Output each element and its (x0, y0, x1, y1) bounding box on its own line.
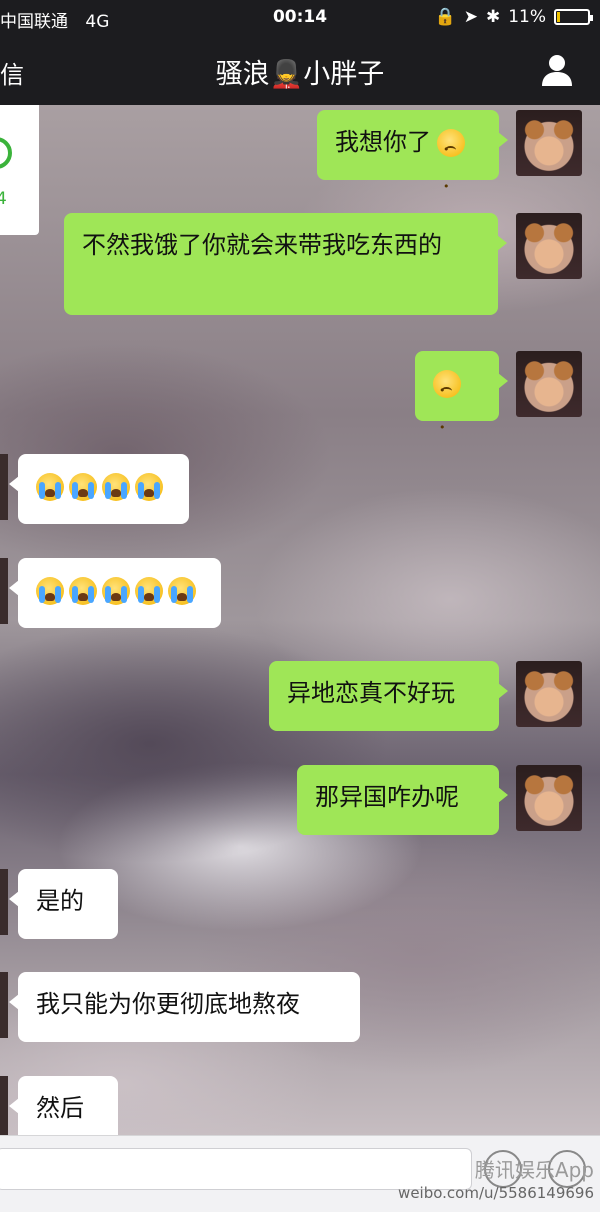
side-card-number: 4 (0, 189, 7, 209)
crying-face-icon (168, 577, 196, 605)
message-text: 我只能为你更彻底地熬夜 (36, 990, 300, 1018)
rotation-lock-icon: 🔒 (434, 7, 456, 27)
message-bubble-left[interactable]: 我只能为你更彻底地熬夜 (9, 972, 360, 1042)
watermark-url: weibo.com/u/5586149696 (398, 1184, 594, 1202)
crying-face-icon (135, 473, 163, 501)
sender-avatar[interactable] (516, 110, 582, 176)
nav-bar: 信 骚浪💂小胖子 (0, 36, 600, 105)
message-bubble-right[interactable] (415, 351, 508, 446)
contact-avatar[interactable] (0, 454, 8, 520)
message-text: 不然我饿了你就会来带我吃东西的 (82, 231, 442, 259)
crying-face-icon (36, 473, 64, 501)
sender-avatar[interactable] (516, 765, 582, 831)
left-edge-card[interactable]: 4 (0, 105, 39, 235)
contact-avatar[interactable] (0, 972, 8, 1038)
crying-face-icon (135, 577, 163, 605)
crying-face-icon (69, 577, 97, 605)
message-text: 异地恋真不好玩 (287, 679, 455, 707)
message-bubble-left[interactable] (9, 558, 221, 628)
crying-face-icon (36, 577, 64, 605)
message-text: 那异国咋办呢 (315, 783, 459, 811)
message-bubble-right[interactable]: 不然我饿了你就会来带我吃东西的 (64, 213, 507, 315)
contact-avatar[interactable] (0, 1076, 8, 1135)
contact-avatar[interactable] (0, 558, 8, 624)
crying-face-icon (102, 577, 130, 605)
contact-avatar[interactable] (0, 869, 8, 935)
sender-avatar[interactable] (516, 213, 582, 279)
message-bubble-left[interactable] (9, 454, 189, 524)
frowning-face-icon (437, 129, 465, 205)
watermark-app: 腾讯娱乐App (474, 1158, 594, 1182)
chat-title: 骚浪💂小胖子 (215, 59, 385, 90)
crying-face-icon (102, 473, 130, 501)
location-icon: ➤ (463, 7, 478, 27)
message-bubble-left[interactable]: 是的 (9, 869, 118, 939)
message-bubble-right[interactable]: 异地恋真不好玩 (269, 661, 508, 731)
battery-fill (557, 12, 560, 22)
sender-avatar[interactable] (516, 661, 582, 727)
message-text: 是的 (36, 887, 84, 915)
contact-profile-icon[interactable] (540, 53, 574, 87)
message-text: 然后 (36, 1094, 84, 1122)
bluetooth-icon: ✱ (485, 7, 501, 27)
sender-avatar[interactable] (516, 351, 582, 417)
message-bubble-right[interactable]: 我想你了 (317, 110, 508, 205)
battery-icon (554, 9, 593, 25)
message-bubble-right[interactable]: 那异国咋办呢 (297, 765, 508, 835)
battery-percent: 11% (508, 7, 546, 27)
status-bar: 中国联通 4G 00:14 🔒 ➤ ✱ 11% (0, 0, 600, 36)
progress-ring-icon (0, 137, 12, 169)
input-bar: 腾讯娱乐App weibo.com/u/5586149696 (0, 1135, 600, 1212)
message-text: 我想你了 (335, 128, 431, 156)
frowning-face-icon (433, 370, 461, 446)
message-bubble-left[interactable]: 然后 (9, 1076, 118, 1135)
message-list[interactable]: 4 我想你了不然我饿了你就会来带我吃东西的异地恋真不好玩那异国咋办呢是的我只能为… (0, 105, 600, 1135)
crying-face-icon (69, 473, 97, 501)
